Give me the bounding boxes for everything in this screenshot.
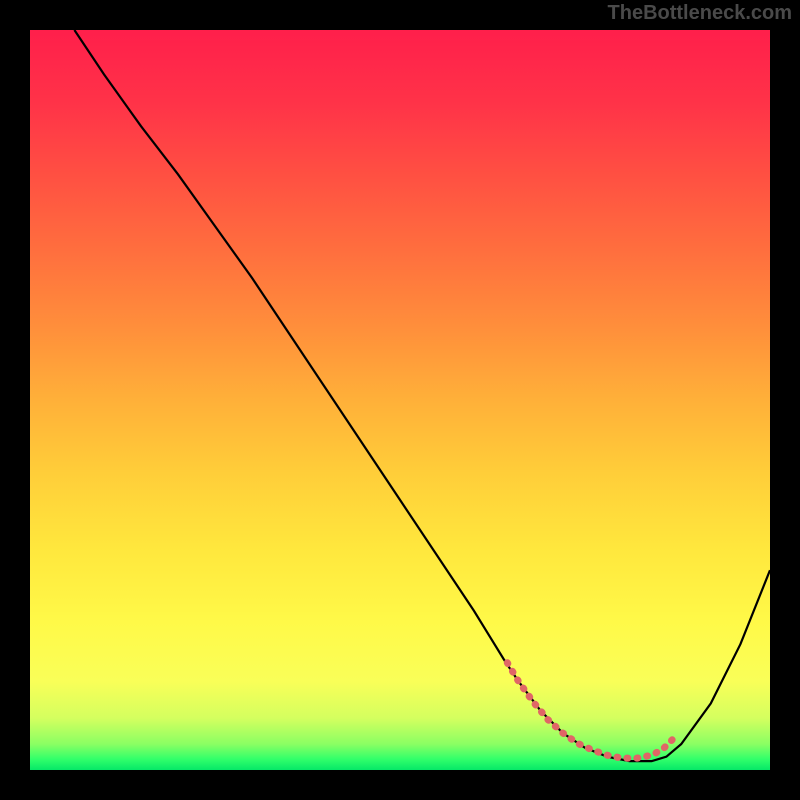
bottleneck-curve: [74, 30, 770, 761]
curve-layer: [30, 30, 770, 770]
plot-area: [30, 30, 770, 770]
optimal-range-marker: [507, 663, 674, 758]
watermark-text: TheBottleneck.com: [608, 2, 792, 25]
